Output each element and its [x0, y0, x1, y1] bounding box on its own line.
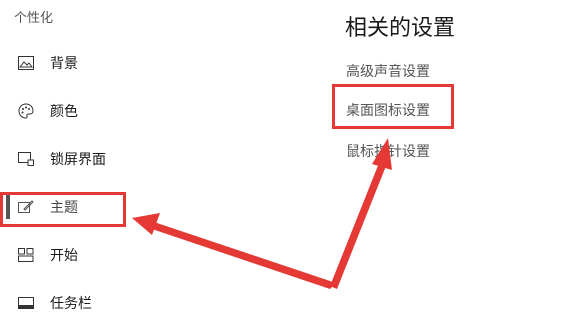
settings-page: 个性化 背景 颜色 锁屏界面 主题 开始 任务栏 相关的设置 高级声音设置 桌面… [0, 0, 566, 320]
arrowhead-desktop-icons [372, 138, 392, 170]
arrow-to-desktop-icons [330, 158, 388, 289]
annotation-arrows [132, 138, 392, 289]
arrow-to-theme [146, 220, 336, 289]
arrowhead-theme [132, 213, 160, 235]
